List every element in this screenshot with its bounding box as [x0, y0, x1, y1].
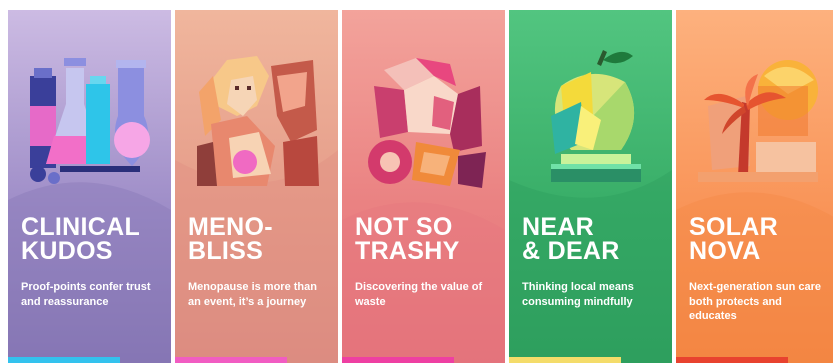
card-accent-bar [342, 357, 454, 363]
card-description: Thinking local means consuming mindfully [522, 281, 634, 308]
card-accent-bar [8, 357, 120, 363]
card-title: CLINICAL KUDOS [21, 213, 141, 265]
card-description: Menopause is more than an event, it’s a … [188, 281, 317, 308]
card-description: Discovering the value of waste [355, 281, 483, 308]
card-description: Proof-points confer trust and reassuranc… [21, 281, 151, 308]
trend-card-near-and-dear[interactable]: NEAR & DEAR Thinking local means consumi… [509, 10, 672, 363]
sun-palm-icon [698, 60, 818, 182]
card-accent-bar [676, 357, 788, 363]
card-accent-bar [175, 357, 287, 363]
trend-card-solar-nova[interactable]: SOLAR NOVA Next-generation sun care both… [676, 10, 833, 363]
woman-portrait-icon [197, 56, 319, 186]
crumpled-waste-icon [368, 58, 486, 188]
apple-on-pedestal-icon [551, 50, 641, 182]
trend-card-meno-bliss[interactable]: MENO- BLISS Menopause is more than an ev… [175, 10, 338, 363]
trend-cards-strip: CLINICAL KUDOS Proof-points confer trust… [0, 0, 833, 363]
card-title: NOT SO TRASHY [355, 213, 460, 265]
card-accent-bar [509, 357, 621, 363]
trend-card-clinical-kudos[interactable]: CLINICAL KUDOS Proof-points confer trust… [8, 10, 171, 363]
card-title: NEAR & DEAR [522, 213, 620, 265]
card-description: Next-generation sun care both protects a… [689, 281, 822, 322]
lab-flasks-icon [30, 58, 150, 184]
card-title: MENO- BLISS [188, 213, 273, 265]
trend-card-not-so-trashy[interactable]: NOT SO TRASHY Discovering the value of w… [342, 10, 505, 363]
card-title: SOLAR NOVA [689, 213, 778, 265]
